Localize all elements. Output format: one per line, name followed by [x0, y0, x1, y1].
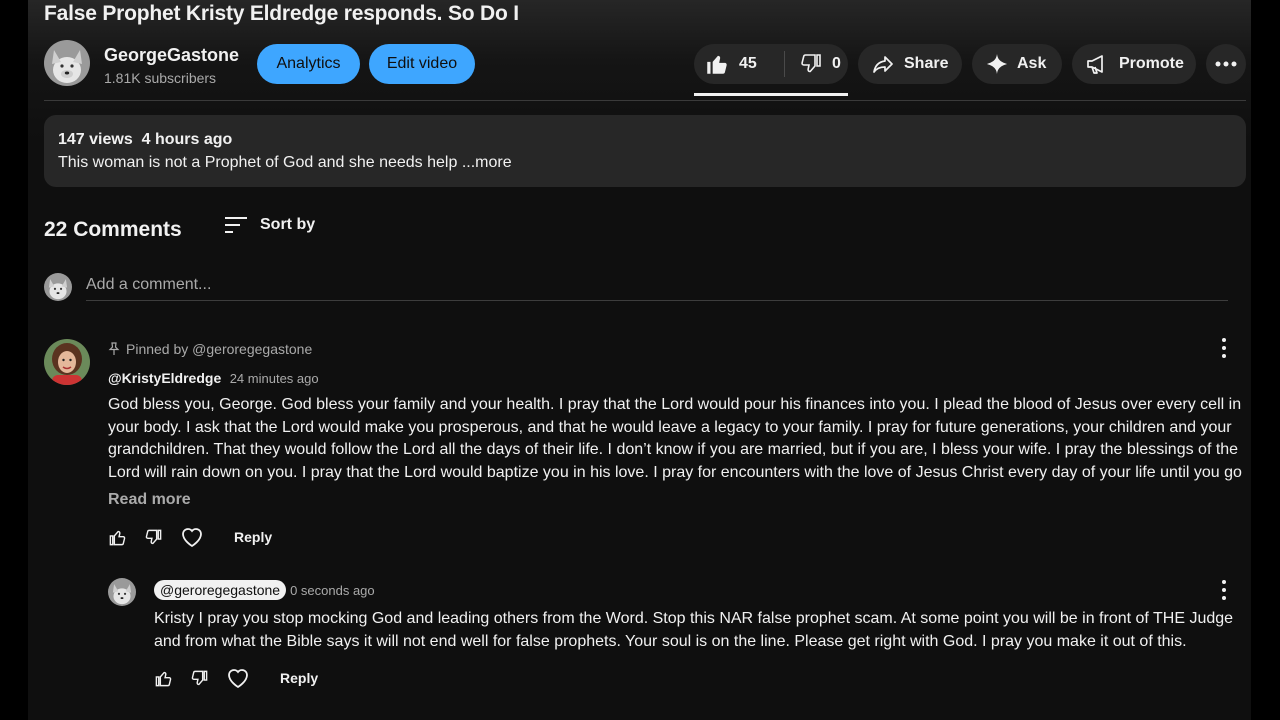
like-active-underline	[694, 93, 848, 96]
reply-time[interactable]: 0 seconds ago	[290, 583, 375, 598]
view-count: 147 views	[58, 131, 133, 148]
comment-line: grandchildren. That they would follow th…	[108, 441, 1239, 459]
menu-dot	[1222, 338, 1226, 342]
reply-dislike-button[interactable]	[190, 669, 226, 688]
ask-label: Ask	[1017, 55, 1047, 72]
dislike-count: 0	[832, 55, 841, 72]
reply-line: and from what the Bible says it will not…	[154, 632, 1187, 650]
megaphone-icon	[1087, 55, 1103, 74]
menu-dot	[1222, 596, 1226, 600]
thumbs-up-filled-icon	[707, 55, 727, 74]
comment-body: God bless you, George. God bless your fa…	[108, 394, 1244, 485]
reply-button[interactable]: Reply	[234, 529, 272, 545]
reply-reply-button[interactable]: Reply	[280, 670, 318, 686]
reply-body: Kristy I pray you stop mocking God and l…	[154, 608, 1244, 653]
promote-button[interactable]: Promote	[1072, 44, 1196, 84]
thumbs-up-icon	[109, 530, 126, 545]
heart-icon	[182, 528, 202, 548]
commenter-avatar[interactable]	[44, 339, 90, 385]
share-label: Share	[904, 55, 949, 72]
reply-heart-button[interactable]	[226, 667, 262, 689]
wolf-avatar-icon	[44, 40, 90, 86]
description-more-link[interactable]: ...more	[462, 154, 512, 171]
menu-dot	[1222, 588, 1226, 592]
reply-like-button[interactable]	[154, 669, 190, 688]
promote-label: Promote	[1119, 55, 1184, 72]
reply-header: @geroregegastone 0 seconds ago	[154, 580, 375, 600]
video-title: False Prophet Kristy Eldredge responds. …	[44, 2, 519, 25]
wolf-avatar-icon	[44, 273, 72, 301]
upload-time: 4 hours ago	[141, 131, 233, 148]
comment-time[interactable]: 24 minutes ago	[230, 371, 319, 386]
comment-author[interactable]: @KristyEldredge	[108, 370, 221, 386]
comment-like-button[interactable]	[108, 528, 144, 547]
menu-dot	[1222, 580, 1226, 584]
read-more-link[interactable]: Read more	[108, 491, 191, 509]
header-divider	[44, 100, 1246, 101]
reply-author-avatar[interactable]	[108, 578, 136, 606]
ask-button[interactable]: Ask	[972, 44, 1062, 84]
share-button[interactable]: Share	[858, 44, 962, 84]
comment-header: @KristyEldredge 24 minutes ago	[108, 370, 319, 388]
like-dislike-group: 45 0	[694, 44, 848, 84]
comment-line: God bless you, George. God bless your fa…	[108, 396, 1242, 413]
share-arrow-icon	[873, 56, 893, 73]
pinned-label: Pinned by @geroregegastone	[108, 341, 312, 357]
comment-line: Lord will rain down on you. I pray that …	[108, 464, 1244, 482]
sort-by-button[interactable]: Sort by	[224, 216, 315, 234]
channel-avatar[interactable]	[44, 40, 90, 86]
reply-actions: Reply	[154, 667, 318, 689]
thumbs-up-icon	[155, 671, 172, 686]
comment-heart-button[interactable]	[180, 526, 216, 548]
comment-dislike-button[interactable]	[144, 528, 180, 547]
edit-video-button[interactable]: Edit video	[369, 44, 475, 84]
more-actions-button[interactable]	[1206, 44, 1246, 84]
person-avatar-icon	[44, 339, 90, 385]
description-meta: 147 views 4 hours ago	[58, 131, 232, 149]
menu-dot	[1222, 354, 1226, 358]
comment-menu-button[interactable]	[1220, 338, 1228, 358]
user-avatar	[44, 273, 72, 301]
reply-line: Kristy I pray you stop mocking God and l…	[154, 610, 1234, 627]
description-box[interactable]	[44, 115, 1246, 187]
description-text: This woman is not a Prophet of God and s…	[58, 154, 512, 172]
analytics-button[interactable]: Analytics	[257, 44, 360, 84]
heart-icon	[228, 669, 248, 689]
comment-line: your body. I ask that the Lord would mak…	[108, 418, 1232, 436]
thumbs-down-icon	[801, 54, 821, 73]
thumbs-down-icon	[145, 529, 162, 544]
dislike-button[interactable]: 0	[785, 52, 841, 76]
reply-author-chip[interactable]: @geroregegastone	[154, 580, 287, 600]
pinned-text: Pinned by @geroregegastone	[126, 341, 313, 357]
pin-icon	[108, 342, 120, 355]
channel-name[interactable]: GeorgeGastone	[104, 45, 239, 66]
description-snippet: This woman is not a Prophet of God and s…	[58, 154, 462, 171]
sort-icon	[225, 217, 247, 233]
sparkle-icon	[986, 53, 1008, 75]
like-count: 45	[739, 55, 757, 72]
comment-count: 22 Comments	[44, 218, 182, 241]
wolf-avatar-icon	[108, 578, 136, 606]
add-comment-input[interactable]: Add a comment...	[86, 276, 1228, 301]
comment-actions: Reply	[108, 526, 272, 548]
thumbs-down-icon	[191, 670, 208, 685]
subscriber-count: 1.81K subscribers	[104, 70, 217, 86]
reply-menu-button[interactable]	[1220, 580, 1228, 600]
like-button[interactable]: 45	[694, 51, 784, 77]
menu-dot	[1222, 346, 1226, 350]
sort-by-label: Sort by	[260, 216, 316, 233]
more-horizontal-icon	[1215, 61, 1237, 67]
